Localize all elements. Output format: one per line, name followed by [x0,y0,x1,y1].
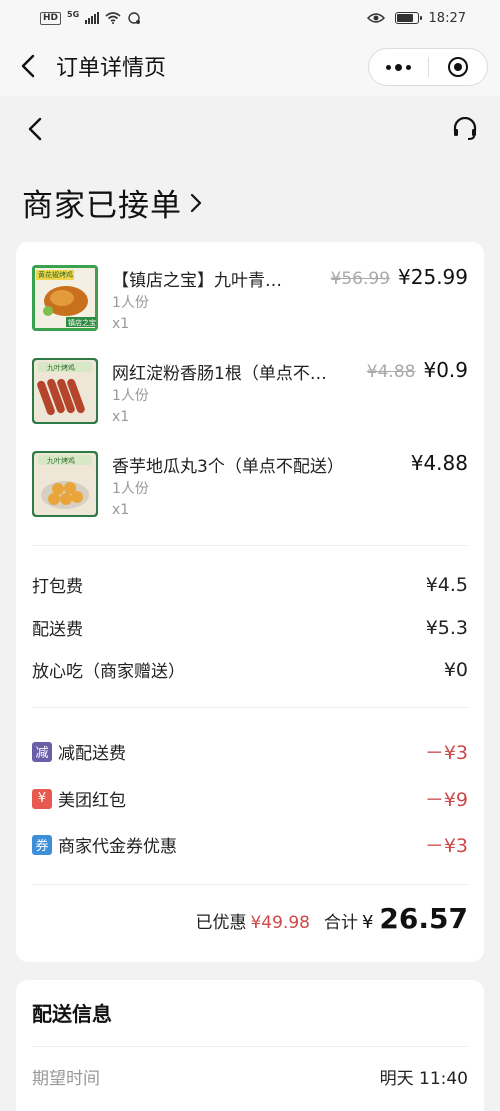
fee-label: 配送费 [32,620,83,640]
item-price: ¥56.99 ¥25.99 [331,265,468,289]
headset-icon[interactable] [452,117,478,141]
discount-row: ¥ 美团红包 －¥9 [32,785,468,812]
discount-label: 商家代金券优惠 [58,837,177,857]
wifi-icon [105,12,121,24]
item-spec: 1人份 [112,388,149,404]
discount-row: 券 商家代金券优惠 －¥3 [32,831,468,858]
expected-time-label: 期望时间 [32,1069,100,1089]
item-thumbnail: 九叶烤鸡 [32,358,98,424]
signal-icon [85,12,100,24]
close-miniprogram-button[interactable] [429,49,488,85]
item-spec: 1人份 [112,481,149,497]
item-spec: 1人份 [112,295,149,311]
reduce-badge-icon: 减 [32,741,52,762]
eye-icon [366,13,385,23]
clock: 18:27 [428,10,466,26]
item-original-price: ¥56.99 [330,269,391,289]
item-name: 网红淀粉香肠1根（单点不… [112,364,327,384]
discount-label: 美团红包 [58,791,126,811]
item-qty: x1 [112,502,130,518]
fee-value: ¥4.5 [425,573,468,596]
item-current-price: ¥0.9 [423,358,468,382]
total-label: 合计 [323,913,358,933]
discount-row: 减 减配送费 －¥3 [32,738,468,765]
chevron-left-icon [21,54,35,78]
thumb-label: 黄花椒烤鸡 [38,271,73,279]
thumb-label: 镇店之宝 [68,319,96,327]
total-currency: ¥ [361,912,374,933]
fee-row: 配送费 ¥5.3 [32,615,468,641]
coupon-badge-icon: 券 [32,834,52,855]
page-title: 订单详情页 [56,56,167,81]
order-item[interactable]: 黄花椒烤鸡 镇店之宝 【镇店之宝】九叶青… 1人份 x1 ¥56.99 ¥25.… [32,265,468,345]
network-generation: 5G [67,9,80,19]
chat-status-icon [128,11,141,24]
item-price: ¥4.88 ¥0.9 [367,358,468,382]
order-item[interactable]: 九叶烤鸡 网红淀粉香肠1根（单点不… 1人份 x1 ¥4.88 ¥0.9 [32,358,468,438]
item-qty: x1 [112,316,130,332]
chevron-right-icon [190,193,202,212]
more-icon [385,63,411,71]
status-bar: HD 5G 18:27 [0,0,500,36]
fee-label: 打包费 [32,577,83,597]
item-thumbnail: 九叶烤鸡 [32,451,98,517]
divider [32,707,468,708]
discount-value: －¥9 [424,789,468,811]
thumb-label: 九叶烤鸡 [47,364,75,372]
saved-label: 已优惠 [195,913,247,933]
discount-value: －¥3 [424,835,468,857]
back-icon[interactable] [28,117,42,141]
order-total: 已优惠 ¥49.98 合计 ¥ 26.57 [195,902,468,935]
fee-row: 放心吃（商家赠送） ¥0 [32,657,468,683]
page-nav [0,96,500,162]
red-packet-badge-icon: ¥ [32,788,52,809]
discount-label: 减配送费 [58,744,126,764]
fee-value: ¥0 [443,658,468,681]
title-bar: 订单详情页 [0,36,500,96]
item-thumbnail: 黄花椒烤鸡 镇店之宝 [32,265,98,331]
saved-value: ¥49.98 [250,913,310,933]
divider [32,884,468,885]
order-card: 黄花椒烤鸡 镇店之宝 【镇店之宝】九叶青… 1人份 x1 ¥56.99 ¥25.… [16,242,484,962]
item-qty: x1 [112,409,130,425]
order-status[interactable]: 商家已接单 [22,180,202,225]
item-price: ¥4.88 [411,451,468,475]
target-icon [447,57,468,77]
hd-badge: HD [40,11,62,25]
divider [32,1046,468,1047]
thumb-label: 九叶烤鸡 [47,457,75,465]
fee-label: 放心吃（商家赠送） [32,662,185,682]
expected-time-row: 期望时间 明天 11:40 [32,1064,468,1089]
fee-row: 打包费 ¥4.5 [32,572,468,598]
item-current-price: ¥4.88 [410,451,468,475]
order-item[interactable]: 九叶烤鸡 香芋地瓜丸3个（单点不配送） 1人份 x1 ¥4.88 [32,451,468,531]
divider [32,545,468,546]
titlebar-back-button[interactable] [0,36,56,96]
item-name: 【镇店之宝】九叶青… [112,271,282,291]
fee-value: ¥5.3 [425,616,468,639]
delivery-section-title: 配送信息 [32,1002,112,1026]
delivery-card: 配送信息 期望时间 明天 11:40 [16,980,484,1111]
item-original-price: ¥4.88 [366,362,416,382]
battery-icon [394,12,422,24]
discount-value: －¥3 [424,742,468,764]
order-status-text: 商家已接单 [22,188,182,224]
capsule-menu [368,48,488,86]
item-name: 香芋地瓜丸3个（单点不配送） [112,457,344,477]
item-current-price: ¥25.99 [398,265,468,289]
total-value: 26.57 [379,902,468,935]
more-button[interactable] [369,49,428,85]
expected-time-value: 明天 11:40 [379,1069,468,1089]
